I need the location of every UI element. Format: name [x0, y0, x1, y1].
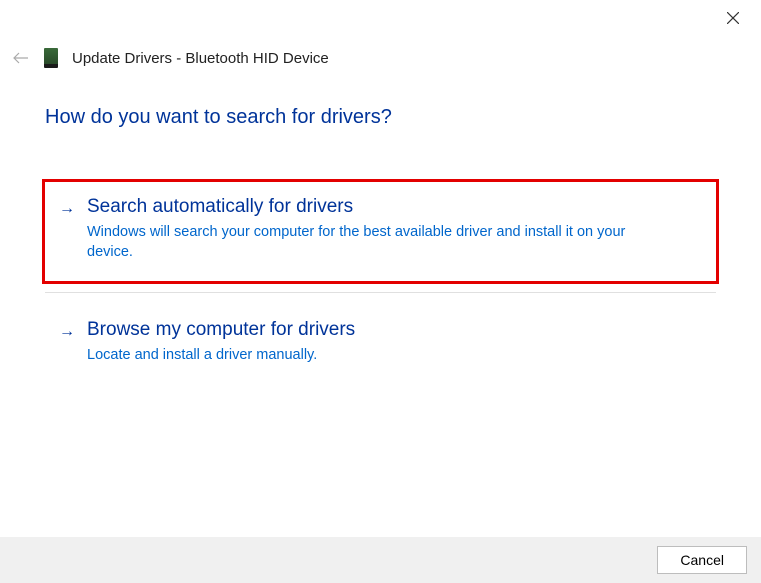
close-button[interactable]: [723, 8, 743, 28]
device-icon: [44, 48, 58, 68]
option-title: Search automatically for drivers: [87, 196, 702, 218]
question-heading: How do you want to search for drivers?: [45, 106, 716, 129]
dialog-footer: Cancel: [0, 537, 761, 583]
dialog-content: How do you want to search for drivers? →…: [0, 68, 761, 383]
option-text-container: Search automatically for drivers Windows…: [87, 196, 702, 263]
option-description: Locate and install a driver manually.: [87, 345, 647, 365]
divider: [45, 292, 716, 293]
dialog-title: Update Drivers - Bluetooth HID Device: [72, 50, 329, 67]
option-title: Browse my computer for drivers: [87, 319, 702, 341]
arrow-right-icon: →: [59, 200, 75, 218]
dialog-header: Update Drivers - Bluetooth HID Device: [0, 0, 761, 68]
cancel-button[interactable]: Cancel: [657, 546, 747, 574]
option-text-container: Browse my computer for drivers Locate an…: [87, 319, 702, 365]
close-icon: [727, 12, 739, 24]
arrow-right-icon: →: [59, 323, 75, 341]
option-browse-computer[interactable]: → Browse my computer for drivers Locate …: [45, 305, 716, 383]
back-arrow-icon: [13, 52, 29, 64]
option-description: Windows will search your computer for th…: [87, 222, 647, 263]
option-search-automatically[interactable]: → Search automatically for drivers Windo…: [42, 179, 719, 284]
back-button[interactable]: [12, 49, 30, 67]
